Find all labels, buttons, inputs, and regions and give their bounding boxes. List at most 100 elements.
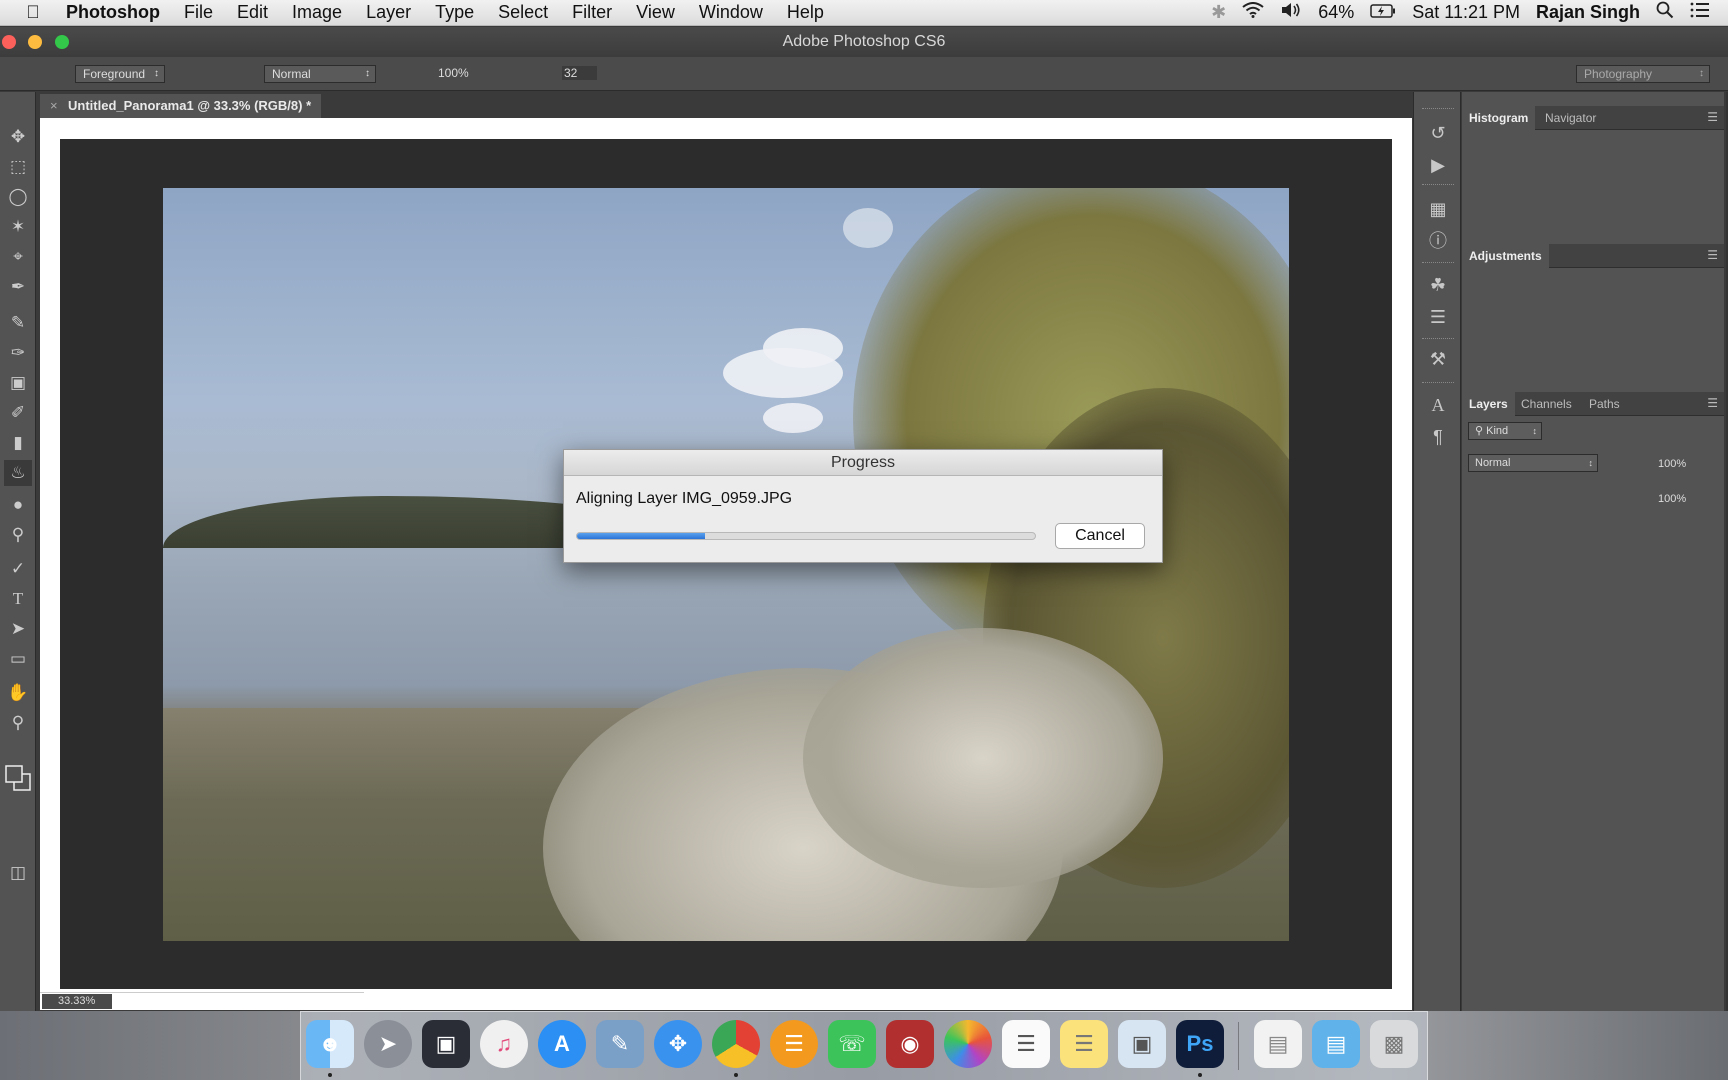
window-minimize-button[interactable]	[28, 35, 42, 49]
close-document-icon[interactable]: ×	[50, 94, 58, 118]
vertical-scrollbar[interactable]	[1392, 118, 1412, 1010]
window-close-button[interactable]	[2, 35, 16, 49]
photos-icon[interactable]	[944, 1020, 992, 1068]
trash-icon[interactable]: ▩	[1370, 1020, 1418, 1068]
actions-play-icon[interactable]: ▶	[1424, 152, 1452, 178]
layer-kind-filter[interactable]: ⚲ Kind ↕	[1468, 422, 1542, 440]
photo-booth-icon[interactable]: ◉	[886, 1020, 934, 1068]
lasso-icon[interactable]: ◯	[4, 184, 32, 210]
menubar-user[interactable]: Rajan Singh	[1536, 2, 1640, 23]
safari-icon[interactable]: ✥	[654, 1020, 702, 1068]
itunes-icon[interactable]: ♫	[480, 1020, 528, 1068]
tab-paths[interactable]: Paths	[1582, 392, 1627, 416]
paint-bucket-icon[interactable]: ♨	[4, 460, 32, 486]
brush-settings-icon[interactable]: ☰	[1424, 304, 1452, 330]
bluetooth-icon[interactable]: ✱	[1211, 2, 1226, 23]
rectangle-icon[interactable]: ▭	[4, 646, 32, 672]
select-arrows-icon: ↕	[154, 68, 159, 79]
panorama-image[interactable]	[163, 188, 1289, 941]
eraser-icon[interactable]: ▮	[4, 430, 32, 456]
reminders-icon[interactable]: ☰	[1002, 1020, 1050, 1068]
battery-charging-icon[interactable]	[1370, 2, 1396, 23]
eyedropper-icon[interactable]: ✒	[4, 274, 32, 300]
notes-icon[interactable]: ☰	[1060, 1020, 1108, 1068]
document-icon[interactable]: ▤	[1254, 1020, 1302, 1068]
window-maximize-button[interactable]	[55, 35, 69, 49]
panel-menu-icon[interactable]: ☰	[1707, 110, 1718, 124]
history-brush-icon[interactable]: ✐	[4, 400, 32, 426]
blend-mode-select[interactable]: Normal ↕	[264, 65, 376, 83]
menu-edit[interactable]: Edit	[225, 2, 280, 23]
launchpad-icon[interactable]: ➤	[364, 1020, 412, 1068]
panel-menu-icon[interactable]: ☰	[1707, 248, 1718, 262]
brush-presets-icon[interactable]: ☘	[1424, 272, 1452, 298]
tab-layers[interactable]: Layers	[1462, 392, 1515, 416]
finder-icon[interactable]: ☻	[306, 1020, 354, 1068]
opacity-value[interactable]: 100%	[438, 66, 469, 80]
volume-icon[interactable]	[1280, 2, 1302, 23]
dodge-icon[interactable]: ⚲	[4, 522, 32, 548]
foreground-background-color-icon[interactable]	[4, 760, 32, 800]
zoom-level[interactable]: 33.33%	[42, 994, 112, 1009]
ibooks-icon[interactable]: ☰	[770, 1020, 818, 1068]
workspace-select[interactable]: Photography ↕	[1576, 65, 1710, 83]
tab-adjustments[interactable]: Adjustments	[1462, 244, 1549, 268]
photoshop-icon[interactable]: Ps	[1176, 1020, 1224, 1068]
crop-icon[interactable]: ⌖	[4, 244, 32, 270]
menu-select[interactable]: Select	[486, 2, 560, 23]
blur-icon[interactable]: ●	[4, 492, 32, 518]
tolerance-value[interactable]: 32	[562, 66, 598, 80]
layer-blend-mode-select[interactable]: Normal ↕	[1468, 454, 1598, 472]
menu-view[interactable]: View	[624, 2, 687, 23]
cancel-button[interactable]: Cancel	[1055, 523, 1145, 549]
apple-menu-icon[interactable]: 	[0, 2, 66, 23]
info-icon[interactable]: ⓘ	[1424, 228, 1452, 254]
hand-icon[interactable]: ✋	[4, 680, 32, 706]
menu-file[interactable]: File	[172, 2, 225, 23]
menu-layer[interactable]: Layer	[354, 2, 423, 23]
magic-wand-icon[interactable]: ✶	[4, 214, 32, 240]
screen-mode-icon[interactable]: ◫	[4, 860, 32, 886]
zoom-icon[interactable]: ⚲	[4, 710, 32, 736]
notification-center-icon[interactable]	[1690, 2, 1710, 23]
window-title-bar: Adobe Photoshop CS6	[0, 27, 1728, 57]
menu-type[interactable]: Type	[423, 2, 486, 23]
layer-opacity-value[interactable]: 100%	[1658, 458, 1686, 470]
clone-stamp-icon[interactable]: ▣	[4, 370, 32, 396]
preview-2-icon[interactable]: ▣	[1118, 1020, 1166, 1068]
wifi-icon[interactable]	[1242, 2, 1264, 23]
document-tab[interactable]: × Untitled_Panorama1 @ 33.3% (RGB/8) *	[40, 94, 322, 118]
panel-menu-icon[interactable]: ☰	[1707, 396, 1718, 410]
tab-histogram[interactable]: Histogram	[1462, 106, 1536, 130]
menu-filter[interactable]: Filter	[560, 2, 624, 23]
menu-app-name[interactable]: Photoshop	[66, 2, 172, 23]
facetime-icon[interactable]: ☏	[828, 1020, 876, 1068]
properties-icon[interactable]: ▦	[1424, 196, 1452, 222]
photo-booth-like-icon[interactable]: ▣	[422, 1020, 470, 1068]
menu-window[interactable]: Window	[687, 2, 775, 23]
battery-percent[interactable]: 64%	[1318, 2, 1354, 23]
character-icon[interactable]: A	[1424, 392, 1452, 418]
healing-brush-icon[interactable]: ✎	[4, 310, 32, 336]
menu-help[interactable]: Help	[775, 2, 836, 23]
preview-icon[interactable]: ✎	[596, 1020, 644, 1068]
layer-fill-value[interactable]: 100%	[1658, 493, 1686, 505]
paragraph-icon[interactable]: ¶	[1424, 424, 1452, 450]
type-icon[interactable]: T	[4, 586, 32, 612]
menu-image[interactable]: Image	[280, 2, 354, 23]
history-icon[interactable]: ↺	[1424, 120, 1452, 146]
menubar-clock[interactable]: Sat 11:21 PM	[1412, 2, 1520, 23]
pen-icon[interactable]: ✓	[4, 556, 32, 582]
chrome-icon[interactable]	[712, 1020, 760, 1068]
marquee-icon[interactable]: ⬚	[4, 154, 32, 180]
tab-navigator[interactable]: Navigator	[1538, 106, 1603, 130]
brush-icon[interactable]: ✑	[4, 340, 32, 366]
spotlight-search-icon[interactable]	[1656, 1, 1674, 24]
path-selection-icon[interactable]: ➤	[4, 616, 32, 642]
app-store-icon[interactable]: A	[538, 1020, 586, 1068]
fill-source-select[interactable]: Foreground ↕	[75, 65, 165, 83]
clone-source-icon[interactable]: ⚒	[1424, 346, 1452, 372]
folder-icon[interactable]: ▤	[1312, 1020, 1360, 1068]
move-icon[interactable]: ✥	[4, 124, 32, 150]
tab-channels[interactable]: Channels	[1514, 392, 1579, 416]
